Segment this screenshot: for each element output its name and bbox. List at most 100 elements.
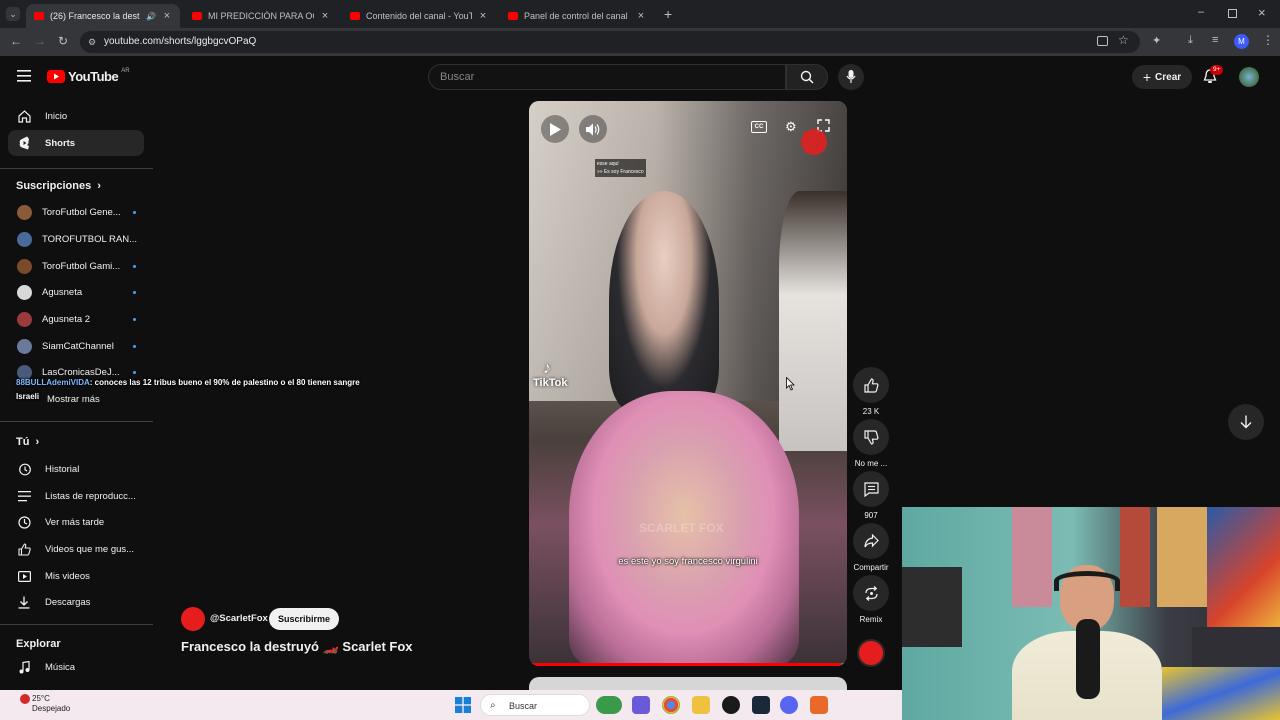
playlist-icon (17, 489, 31, 503)
sidebar-item-music[interactable]: Música (8, 654, 144, 680)
comments-button[interactable] (853, 471, 889, 507)
channel-handle[interactable]: @ScarletFox (210, 613, 268, 624)
dislike-button[interactable] (853, 419, 889, 455)
play-button[interactable] (541, 115, 569, 143)
browser-menu-icon[interactable]: ⋮ (1262, 33, 1274, 47)
teams-icon[interactable] (632, 696, 650, 714)
microphone-icon (846, 70, 856, 83)
next-short-button[interactable] (1228, 404, 1264, 440)
settings-gear-icon[interactable]: ⚙ (785, 119, 797, 135)
bookmark-star-icon[interactable]: ☆ (1118, 33, 1129, 47)
subscription-item[interactable]: TOROFUTBOL RAN... (8, 226, 144, 252)
extensions-icon[interactable]: ✦ (1152, 34, 1161, 47)
taskbar-search[interactable]: ⌕ Buscar (480, 694, 590, 716)
new-tab-icon[interactable]: + (664, 6, 672, 22)
sidebar-item-shorts[interactable]: Shorts (8, 130, 144, 156)
sidebar-item-watch-later[interactable]: Ver más tarde (8, 509, 144, 535)
subscribe-button[interactable]: Suscribirme (269, 608, 339, 630)
profile-avatar[interactable]: M (1234, 34, 1249, 49)
thumbs-up-icon (863, 377, 878, 393)
notifications-button[interactable]: 9+ (1203, 65, 1224, 84)
tab-4[interactable]: Panel de control del canal - You × (500, 4, 654, 28)
steam-icon[interactable] (752, 696, 770, 714)
site-info-icon[interactable]: ⚙ (88, 31, 96, 53)
share-action[interactable]: Compartir (853, 523, 889, 572)
channel-avatar[interactable] (181, 607, 205, 631)
caption-line: »» Es soy Francesco (597, 169, 644, 175)
sidebar-item-liked-videos[interactable]: Videos que me gus... (8, 536, 144, 562)
headset-icon (1054, 571, 1120, 591)
youtube-header: YouTube AR Buscar + Crear 9+ (0, 56, 1280, 100)
close-tab-icon[interactable]: × (320, 10, 330, 22)
subscription-item[interactable]: ToroFutbol Gami... (8, 253, 144, 279)
sidebar-item-my-videos[interactable]: Mis videos (8, 563, 144, 589)
file-explorer-icon[interactable] (692, 696, 710, 714)
media-control-icon[interactable]: ≡ (1212, 34, 1218, 46)
next-short-preview[interactable] (529, 677, 847, 690)
home-icon (17, 109, 31, 123)
captions-icon[interactable]: CC (751, 121, 767, 133)
remix-button[interactable] (853, 575, 889, 611)
close-tab-icon[interactable]: × (162, 10, 172, 22)
video-frame-person (609, 191, 719, 411)
close-window-icon[interactable]: × (1258, 5, 1266, 20)
tab-1[interactable]: (26) Francesco la destruyó 🔊 × (26, 4, 180, 28)
create-button[interactable]: + Crear (1132, 65, 1192, 89)
hamburger-menu-icon[interactable] (17, 70, 31, 82)
discord-icon[interactable] (780, 696, 798, 714)
browser-tab-bar: ⌄ (26) Francesco la destruyó 🔊 × MI PRED… (0, 0, 1280, 28)
search-input[interactable]: Buscar (428, 64, 786, 90)
url-field[interactable]: ⚙ youtube.com/shorts/lggbgcvOPaQ (80, 31, 1140, 53)
video-title[interactable]: Francesco la destruyó 🏎️ Scarlet Fox (181, 639, 413, 655)
sidebar-item-historial[interactable]: Historial (8, 456, 144, 482)
sidebar-item-inicio[interactable]: Inicio (8, 103, 144, 129)
close-tab-icon[interactable]: × (478, 10, 488, 22)
tab-search-button[interactable]: ⌄ (6, 7, 20, 21)
obs-icon[interactable] (722, 696, 740, 714)
close-tab-icon[interactable]: × (636, 10, 646, 22)
music-icon (17, 660, 31, 674)
install-app-icon[interactable] (1097, 36, 1108, 46)
sidebar-item-playlists[interactable]: Listas de reproducc... (8, 483, 144, 509)
downloads-icon[interactable]: ⤓ (1188, 34, 1193, 47)
forward-icon[interactable]: → (34, 34, 46, 48)
back-icon[interactable]: ← (10, 34, 22, 48)
subscription-item[interactable]: SiamCatChannel (8, 333, 144, 359)
sidebar-item-downloads[interactable]: Descargas (8, 589, 144, 615)
subscription-item[interactable]: ToroFutbol Gene... (8, 199, 144, 225)
reload-icon[interactable]: ↻ (58, 34, 68, 48)
account-avatar[interactable] (1239, 67, 1259, 87)
subscription-item[interactable]: Agusneta 2 (8, 306, 144, 332)
shorts-video-player[interactable]: CC ⚙ esse aquí »» Es soy Francesco ♪ Tik… (529, 101, 847, 666)
widgets-icon[interactable] (596, 696, 622, 714)
tab-3[interactable]: Contenido del canal - YouTube × (342, 4, 496, 28)
audio-icon[interactable]: 🔊 (146, 12, 156, 21)
like-button[interactable] (853, 367, 889, 403)
tab-title: Panel de control del canal - You (524, 11, 630, 21)
youtube-logo[interactable]: YouTube AR (47, 68, 130, 84)
taskbar-search-label: Buscar (509, 701, 538, 711)
volume-button[interactable] (579, 115, 607, 143)
sidebar-item-label: Música (45, 661, 76, 673)
tab-2[interactable]: MI PREDICCIÓN PARA OCTAVO × (184, 4, 338, 28)
dislike-action[interactable]: No me ... (853, 419, 889, 468)
share-button[interactable] (853, 523, 889, 559)
maximize-icon[interactable] (1228, 9, 1237, 18)
windows-start-icon[interactable] (455, 697, 471, 713)
sound-source-avatar[interactable] (857, 639, 885, 667)
you-heading[interactable]: Tú › (16, 436, 39, 448)
minimize-icon[interactable]: – (1198, 6, 1204, 18)
search-button[interactable] (786, 64, 828, 90)
like-action[interactable]: 23 K (853, 367, 889, 416)
voice-search-button[interactable] (838, 64, 864, 90)
app-icon[interactable] (810, 696, 828, 714)
streamer-webcam-overlay (902, 507, 1280, 720)
subscriptions-heading[interactable]: Suscripciones › (16, 180, 101, 192)
comments-action[interactable]: 907 (853, 471, 889, 520)
remix-action[interactable]: Remix (853, 575, 889, 624)
chrome-icon[interactable] (662, 696, 680, 714)
tiktok-logo-icon: ♪ (543, 360, 551, 377)
subscription-item[interactable]: Agusneta (8, 279, 144, 305)
weather-widget[interactable]: 25°C Despejado (18, 694, 70, 714)
video-progress-bar[interactable] (529, 663, 847, 666)
